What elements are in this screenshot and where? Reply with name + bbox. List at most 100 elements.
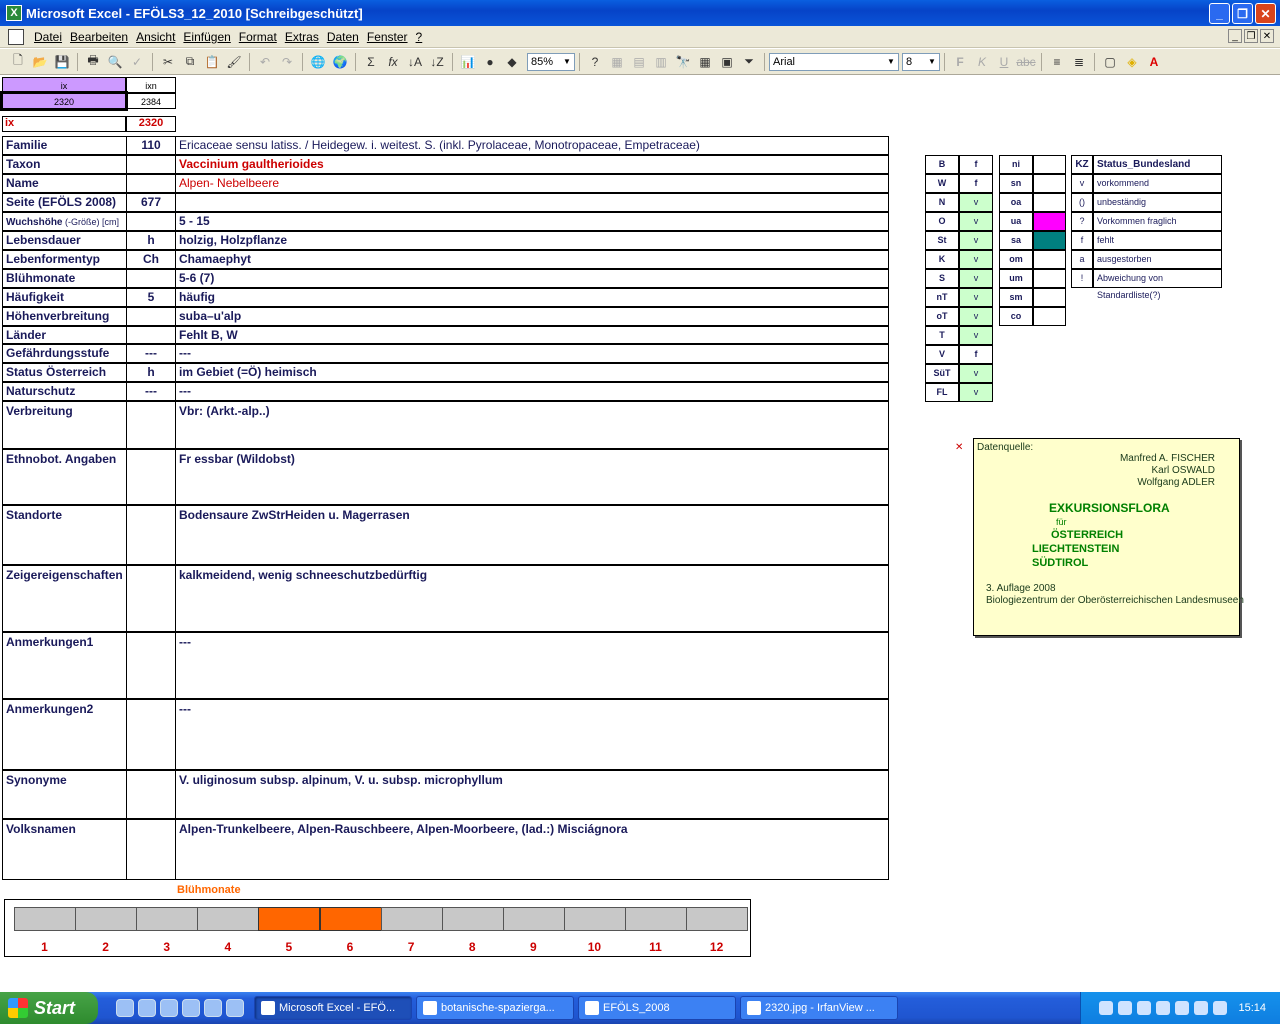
state-value-cell[interactable]: v (959, 212, 993, 231)
hyperlink-icon[interactable]: 🌐 (308, 52, 328, 72)
cut-icon[interactable]: ✂ (158, 52, 178, 72)
row-label-cell[interactable]: Ethnobot. Angaben (2, 449, 127, 505)
drawing-icon[interactable]: ◆ (502, 52, 522, 72)
row-label-cell[interactable]: Naturschutz (2, 382, 127, 401)
sort-asc-icon[interactable]: ↓A (405, 52, 425, 72)
region-key-cell[interactable]: sm (999, 288, 1033, 307)
state-key-cell[interactable]: K (925, 250, 959, 269)
ix-label-cell[interactable]: ix (2, 116, 126, 132)
region-key-cell[interactable]: om (999, 250, 1033, 269)
save-icon[interactable]: 💾 (52, 52, 72, 72)
help-icon[interactable]: ? (585, 52, 605, 72)
map-icon[interactable]: ● (480, 52, 500, 72)
region-value-cell[interactable] (1033, 155, 1066, 174)
row-code-cell[interactable] (126, 174, 176, 193)
row-value-cell[interactable]: Alpen- Nebelbeere (175, 174, 889, 193)
tool-2-icon[interactable]: ▤ (629, 52, 649, 72)
state-key-cell[interactable]: St (925, 231, 959, 250)
menu-help[interactable]: ? (412, 30, 427, 44)
legend-header-key[interactable]: KZ (1071, 155, 1093, 174)
row-label-cell[interactable]: Anmerkungen2 (2, 699, 127, 770)
row-label-cell[interactable]: Verbreitung (2, 401, 127, 449)
row-code-cell[interactable]: h (126, 231, 176, 250)
row-value-cell[interactable]: 5-6 (7) (175, 269, 889, 288)
copy-icon[interactable]: ⧉ (180, 52, 200, 72)
menu-einfuegen[interactable]: Einfügen (179, 30, 234, 44)
region-key-cell[interactable]: ni (999, 155, 1033, 174)
region-key-cell[interactable]: sn (999, 174, 1033, 193)
form-icon[interactable]: ▣ (717, 52, 737, 72)
row-label-cell[interactable]: Lebenformentyp (2, 250, 127, 269)
row-label-cell[interactable]: Status Österreich (2, 363, 127, 382)
quicklaunch-6-icon[interactable] (226, 999, 244, 1017)
row-value-cell[interactable]: Chamaephyt (175, 250, 889, 269)
state-key-cell[interactable]: N (925, 193, 959, 212)
state-value-cell[interactable]: f (959, 345, 993, 364)
tool-1-icon[interactable]: ▦ (607, 52, 627, 72)
menu-bearbeiten[interactable]: Bearbeiten (66, 30, 132, 44)
region-value-cell[interactable] (1033, 174, 1066, 193)
row-label-cell[interactable]: Seite (EFÖLS 2008) (2, 193, 127, 212)
legend-value-cell[interactable]: Abweichung von Standardliste(?) (1093, 269, 1222, 300)
state-key-cell[interactable]: T (925, 326, 959, 345)
undo-icon[interactable]: ↶ (255, 52, 275, 72)
bold-icon[interactable]: F (950, 52, 970, 72)
state-value-cell[interactable]: v (959, 269, 993, 288)
ixn-header[interactable]: ixn (126, 77, 176, 93)
spellcheck-icon[interactable]: ✓ (127, 52, 147, 72)
new-icon[interactable]: 🗋 (8, 52, 28, 72)
row-value-cell[interactable]: Vbr: (Arkt.-alp..) (175, 401, 889, 449)
row-label-cell[interactable]: Name (2, 174, 127, 193)
row-value-cell[interactable]: --- (175, 699, 889, 770)
legend-value-cell[interactable]: vorkommend (1093, 174, 1222, 193)
row-label-cell[interactable]: Volksnamen (2, 819, 127, 880)
menu-format[interactable]: Format (235, 30, 281, 44)
redo-icon[interactable]: ↷ (277, 52, 297, 72)
state-key-cell[interactable]: SüT (925, 364, 959, 383)
print-icon[interactable]: 🖶 (83, 52, 103, 72)
row-code-cell[interactable] (126, 401, 176, 449)
tray-2-icon[interactable] (1118, 1001, 1133, 1015)
state-key-cell[interactable]: W (925, 174, 959, 193)
font-select[interactable]: Arial ▼ (769, 52, 899, 71)
row-label-cell[interactable]: Gefährdungsstufe (2, 344, 127, 363)
sort-desc-icon[interactable]: ↓Z (427, 52, 447, 72)
row-code-cell[interactable]: --- (126, 382, 176, 401)
menu-ansicht[interactable]: Ansicht (132, 30, 179, 44)
row-code-cell[interactable]: --- (126, 344, 176, 363)
state-key-cell[interactable]: V (925, 345, 959, 364)
row-value-cell[interactable]: häufig (175, 288, 889, 307)
region-value-cell[interactable] (1033, 307, 1066, 326)
row-code-cell[interactable] (126, 632, 176, 699)
tray-6-icon[interactable] (1194, 1001, 1209, 1015)
format-painter-icon[interactable]: 🖌 (224, 52, 244, 72)
row-code-cell[interactable] (126, 326, 176, 344)
menu-datei[interactable]: Datei (30, 30, 66, 44)
tray-4-icon[interactable] (1156, 1001, 1171, 1015)
state-value-cell[interactable]: f (959, 155, 993, 174)
quicklaunch-ie-icon[interactable] (182, 999, 200, 1017)
region-value-cell[interactable] (1033, 288, 1066, 307)
row-code-cell[interactable]: h (126, 363, 176, 382)
web-icon[interactable]: 🌍 (330, 52, 350, 72)
row-value-cell[interactable]: Alpen-Trunkelbeere, Alpen-Rauschbeere, A… (175, 819, 889, 880)
print-preview-icon[interactable]: 🔍 (105, 52, 125, 72)
region-value-cell[interactable] (1033, 231, 1066, 250)
legend-value-cell[interactable]: unbeständig (1093, 193, 1222, 212)
state-value-cell[interactable]: v (959, 193, 993, 212)
task-firefox[interactable]: botanische-spazierga... (416, 996, 574, 1020)
row-label-cell[interactable]: Zeigereigenschaften (2, 565, 127, 632)
menu-extras[interactable]: Extras (281, 30, 323, 44)
region-key-cell[interactable]: ua (999, 212, 1033, 231)
tray-1-icon[interactable] (1099, 1001, 1114, 1015)
row-value-cell[interactable]: Vaccinium gaultherioides (175, 155, 889, 174)
region-key-cell[interactable]: co (999, 307, 1033, 326)
doc-close-button[interactable]: ✕ (1260, 29, 1274, 43)
row-value-cell[interactable]: suba–u'alp (175, 307, 889, 326)
row-label-cell[interactable]: Familie (2, 136, 127, 155)
row-value-cell[interactable]: Fehlt B, W (175, 326, 889, 344)
legend-key-cell[interactable]: v (1071, 174, 1093, 193)
ix-value-cell[interactable]: 2320 (0, 91, 128, 111)
region-key-cell[interactable]: oa (999, 193, 1033, 212)
grid-icon[interactable]: ▦ (695, 52, 715, 72)
